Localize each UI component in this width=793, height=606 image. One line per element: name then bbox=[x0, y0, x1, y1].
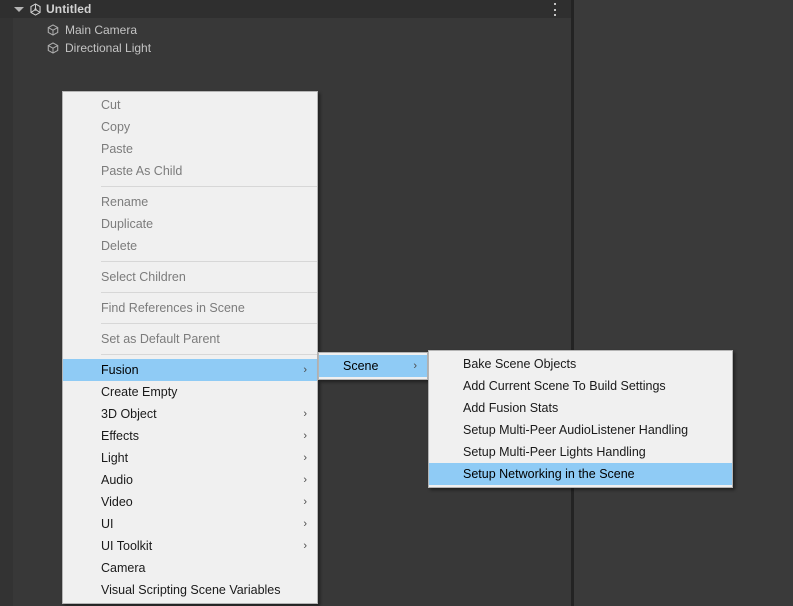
chevron-right-icon: › bbox=[413, 360, 417, 372]
menu-item-ui[interactable]: UI › bbox=[63, 513, 317, 535]
menu-item-label: Find References in Scene bbox=[101, 301, 245, 315]
menu-item-label: Setup Multi-Peer Lights Handling bbox=[463, 445, 646, 459]
chevron-right-icon: › bbox=[303, 408, 307, 420]
adjacent-editor-pane bbox=[574, 0, 793, 606]
menu-item-label: Visual Scripting Scene Variables bbox=[101, 583, 281, 597]
menu-item-label: Set as Default Parent bbox=[101, 332, 220, 346]
menu-separator bbox=[101, 354, 317, 355]
menu-item-add-current-scene-to-build-settings[interactable]: Add Current Scene To Build Settings bbox=[429, 375, 732, 397]
menu-item-label: Camera bbox=[101, 561, 146, 575]
gameobject-cube-icon bbox=[46, 41, 60, 55]
menu-item-label: Add Fusion Stats bbox=[463, 401, 559, 415]
menu-item-camera[interactable]: Camera bbox=[63, 557, 317, 579]
chevron-right-icon: › bbox=[303, 540, 307, 552]
menu-item-fusion[interactable]: Fusion › bbox=[63, 359, 317, 381]
hierarchy-context-menu: Cut Copy Paste Paste As Child Rename Duplicat… bbox=[62, 91, 318, 604]
fusion-submenu: Scene › bbox=[318, 352, 428, 380]
menu-item-label: Setup Networking in the Scene bbox=[463, 467, 635, 481]
scene-title: Untitled bbox=[46, 2, 92, 16]
menu-item-video[interactable]: Video › bbox=[63, 491, 317, 513]
menu-item-add-fusion-stats[interactable]: Add Fusion Stats bbox=[429, 397, 732, 419]
scene-submenu: Bake Scene Objects Add Current Scene To B… bbox=[428, 350, 733, 488]
chevron-right-icon: › bbox=[303, 474, 307, 486]
menu-item-bake-scene-objects[interactable]: Bake Scene Objects bbox=[429, 353, 732, 375]
panel-divider[interactable] bbox=[571, 0, 574, 606]
menu-item-create-empty[interactable]: Create Empty bbox=[63, 381, 317, 403]
menu-item-label: Delete bbox=[101, 239, 138, 253]
menu-item-effects[interactable]: Effects › bbox=[63, 425, 317, 447]
menu-item-label: 3D Object bbox=[101, 407, 157, 421]
menu-item-delete: Delete bbox=[63, 235, 317, 257]
hierarchy-item-label: Main Camera bbox=[65, 22, 138, 37]
hierarchy-header: Untitled bbox=[0, 0, 571, 18]
menu-item-label: Select Children bbox=[101, 270, 186, 284]
menu-item-label: Cut bbox=[101, 98, 121, 112]
menu-item-cut: Cut bbox=[63, 94, 317, 116]
menu-item-label: Scene bbox=[343, 359, 379, 373]
hierarchy-item-label: Directional Light bbox=[65, 40, 152, 55]
menu-item-label: Paste bbox=[101, 142, 133, 156]
menu-item-label: Audio bbox=[101, 473, 133, 487]
gameobject-cube-icon bbox=[46, 23, 60, 37]
menu-separator bbox=[101, 186, 317, 187]
hierarchy-item-main-camera[interactable]: Main Camera bbox=[13, 21, 571, 38]
menu-item-label: Copy bbox=[101, 120, 131, 134]
menu-item-select-children: Select Children bbox=[63, 266, 317, 288]
menu-item-ui-toolkit[interactable]: UI Toolkit › bbox=[63, 535, 317, 557]
menu-item-find-references-in-scene: Find References in Scene bbox=[63, 297, 317, 319]
menu-item-duplicate: Duplicate bbox=[63, 213, 317, 235]
menu-item-scene[interactable]: Scene › bbox=[319, 355, 427, 377]
menu-separator bbox=[101, 323, 317, 324]
menu-item-setup-multi-peer-lights-handling[interactable]: Setup Multi-Peer Lights Handling bbox=[429, 441, 732, 463]
menu-item-label: Setup Multi-Peer AudioListener Handling bbox=[463, 423, 689, 437]
menu-item-paste-as-child: Paste As Child bbox=[63, 160, 317, 182]
menu-item-label: Bake Scene Objects bbox=[463, 357, 577, 371]
menu-item-label: Duplicate bbox=[101, 217, 154, 231]
chevron-right-icon: › bbox=[303, 496, 307, 508]
chevron-right-icon: › bbox=[303, 452, 307, 464]
menu-item-label: Fusion bbox=[101, 363, 139, 377]
menu-item-label: Effects bbox=[101, 429, 139, 443]
menu-item-audio[interactable]: Audio › bbox=[63, 469, 317, 491]
menu-item-light[interactable]: Light › bbox=[63, 447, 317, 469]
menu-item-setup-multi-peer-audiolistener-handling[interactable]: Setup Multi-Peer AudioListener Handling bbox=[429, 419, 732, 441]
chevron-right-icon: › bbox=[303, 518, 307, 530]
menu-item-3d-object[interactable]: 3D Object › bbox=[63, 403, 317, 425]
menu-separator bbox=[101, 261, 317, 262]
menu-item-copy: Copy bbox=[63, 116, 317, 138]
menu-item-visual-scripting-scene-variables[interactable]: Visual Scripting Scene Variables bbox=[63, 579, 317, 601]
menu-item-paste: Paste bbox=[63, 138, 317, 160]
chevron-right-icon: › bbox=[303, 430, 307, 442]
menu-item-label: Create Empty bbox=[101, 385, 178, 399]
menu-item-label: Light bbox=[101, 451, 129, 465]
menu-separator bbox=[101, 292, 317, 293]
menu-item-label: Paste As Child bbox=[101, 164, 183, 178]
menu-item-label: Video bbox=[101, 495, 133, 509]
menu-item-rename: Rename bbox=[63, 191, 317, 213]
unity-scene-icon bbox=[29, 2, 42, 16]
kebab-menu-icon[interactable] bbox=[550, 3, 560, 16]
menu-item-label: UI bbox=[101, 517, 114, 531]
menu-item-setup-networking-in-the-scene[interactable]: Setup Networking in the Scene bbox=[429, 463, 732, 485]
chevron-right-icon: › bbox=[303, 364, 307, 376]
chevron-down-icon[interactable] bbox=[14, 6, 24, 12]
menu-item-label: Rename bbox=[101, 195, 149, 209]
hierarchy-item-directional-light[interactable]: Directional Light bbox=[13, 39, 571, 56]
menu-item-label: Add Current Scene To Build Settings bbox=[463, 379, 666, 393]
menu-item-label: UI Toolkit bbox=[101, 539, 153, 553]
unity-editor-root: Untitled Main Camera Directional Light C… bbox=[0, 0, 793, 606]
menu-item-set-as-default-parent: Set as Default Parent bbox=[63, 328, 317, 350]
